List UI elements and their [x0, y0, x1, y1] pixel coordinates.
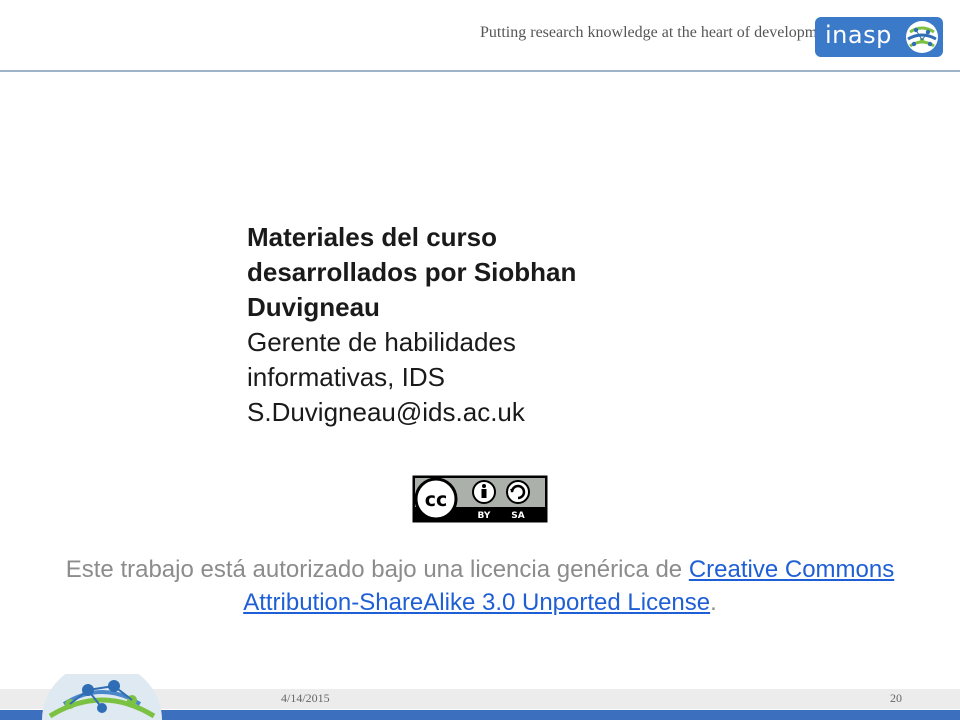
creative-commons-by-sa-icon[interactable]: cc BY SA	[412, 475, 548, 523]
inasp-logo: inasp	[815, 17, 943, 57]
license-statement: Este trabajo está autorizado bajo una li…	[40, 553, 920, 619]
header-divider	[0, 70, 960, 72]
credits-role-line-2: informativas, IDS	[247, 362, 445, 392]
license-period: .	[710, 589, 717, 616]
globe-icon	[906, 21, 938, 53]
credits-line-1: Materiales del curso	[247, 222, 497, 252]
credits-email[interactable]: S.Duvigneau@ids.ac.uk	[247, 395, 707, 430]
network-globe-icon	[42, 674, 162, 720]
badge-sa-label: SA	[511, 511, 524, 521]
credits-author-name: Duvigneau	[247, 292, 380, 322]
footer-page-number: 20	[890, 691, 902, 705]
footer-date: 4/14/2015	[281, 691, 330, 705]
svg-text:cc: cc	[425, 489, 448, 511]
license-text: Este trabajo está autorizado bajo una li…	[65, 556, 689, 583]
credits-line-2: desarrollados por Siobhan	[247, 257, 577, 287]
course-credits: Materiales del curso desarrollados por S…	[247, 220, 707, 430]
badge-by-label: BY	[478, 511, 491, 521]
credits-role-line-1: Gerente de habilidades	[247, 327, 516, 357]
logo-text: inasp	[825, 21, 892, 49]
header-tagline: Putting research knowledge at the heart …	[480, 24, 837, 41]
